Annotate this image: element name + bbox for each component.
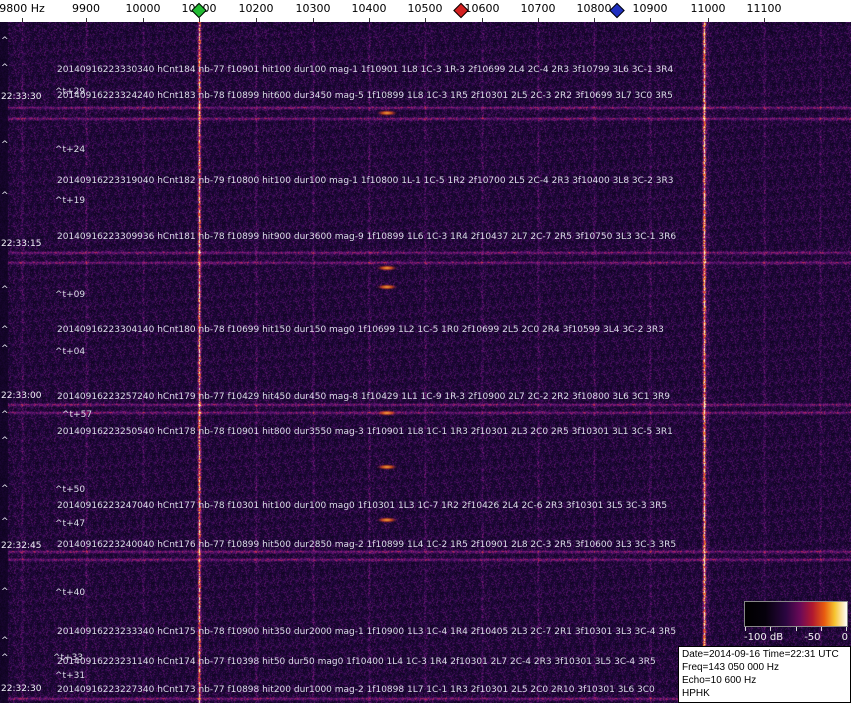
freq-tick bbox=[594, 18, 595, 22]
time-axis-label: 22:33:15 bbox=[1, 239, 42, 249]
overlay-layer: 20140916223330340 hCnt184 nb-77 f10901 h… bbox=[0, 0, 851, 703]
freq-tick bbox=[764, 18, 765, 22]
echo-record-line: 20140916223233340 hCnt175 nb-78 f10900 h… bbox=[57, 627, 677, 637]
status-info-box: Date=2014-09-16 Time=22:31 UTC Freq=143 0… bbox=[678, 646, 851, 703]
freq-tick bbox=[86, 18, 87, 22]
echo-record-line: 20140916223250540 hCnt178 nb-78 f10901 h… bbox=[57, 427, 673, 437]
freq-tick-label: 9900 bbox=[72, 2, 100, 15]
freq-tick-label: 10000 bbox=[125, 2, 161, 15]
time-caret: ^ bbox=[1, 325, 9, 335]
freq-tick-label: 10300 bbox=[295, 2, 331, 15]
freq-tick bbox=[199, 18, 200, 22]
legend-ticks bbox=[744, 627, 848, 631]
freq-tick bbox=[708, 18, 709, 22]
color-scale-bar bbox=[744, 601, 848, 627]
time-caret: ^ bbox=[1, 36, 9, 46]
echo-record-line: 20140916223257240 hCnt179 nb-77 f10429 h… bbox=[57, 392, 671, 402]
time-axis-label: 22:32:30 bbox=[1, 684, 42, 694]
time-offset-annotation: ^t+47 bbox=[55, 519, 86, 529]
time-offset-annotation: ^t+09 bbox=[55, 290, 86, 300]
echo-record-line: 20140916223319040 hCnt182 nb-79 f10800 h… bbox=[57, 176, 674, 186]
time-offset-annotation: ^t+04 bbox=[55, 347, 86, 357]
legend-label: -50 bbox=[804, 632, 821, 643]
meteor-echo-monitor-window: 9800 Hz990010000101001020010300104001050… bbox=[0, 0, 851, 703]
time-caret: ^ bbox=[1, 587, 9, 597]
legend-tick-mark bbox=[795, 627, 797, 631]
freq-tick bbox=[256, 18, 257, 22]
time-offset-annotation: ^t+24 bbox=[55, 145, 86, 155]
time-caret: ^ bbox=[1, 191, 9, 201]
time-offset-annotation: ^t+50 bbox=[55, 485, 86, 495]
info-line: HPHK bbox=[682, 688, 710, 699]
legend-label: -100 dB bbox=[744, 632, 784, 643]
freq-tick-label: 10700 bbox=[520, 2, 556, 15]
time-offset-annotation: ^t+40 bbox=[55, 588, 86, 598]
freq-tick bbox=[650, 18, 651, 22]
echo-record-line: 20140916223304140 hCnt180 nb-78 f10699 h… bbox=[57, 325, 664, 335]
echo-record-line: 20140916223309936 hCnt181 nb-78 f10899 h… bbox=[57, 232, 677, 242]
echo-record-line: 20140916223324240 hCnt183 nb-78 f10899 h… bbox=[57, 91, 673, 101]
echo-record-line: 20140916223247040 hCnt177 nb-78 f10301 h… bbox=[57, 501, 668, 511]
info-line: Freq=143 050 000 Hz bbox=[682, 662, 780, 673]
time-offset-annotation: ^t+19 bbox=[55, 196, 86, 206]
time-caret: ^ bbox=[1, 484, 9, 494]
legend-label: 0 bbox=[841, 632, 848, 643]
freq-tick-label: 10900 bbox=[632, 2, 668, 15]
time-caret: ^ bbox=[1, 285, 9, 295]
time-axis-label: 22:32:45 bbox=[1, 541, 42, 551]
time-offset-annotation: ^t+57 bbox=[62, 410, 93, 420]
echo-record-line: 20140916223240040 hCnt176 nb-77 f10899 h… bbox=[57, 540, 677, 550]
freq-tick-label: 9800 Hz bbox=[0, 2, 45, 15]
time-caret: ^ bbox=[1, 410, 9, 420]
time-offset-annotation: ^t+29 bbox=[55, 87, 86, 97]
freq-tick bbox=[538, 18, 539, 22]
freq-tick bbox=[22, 18, 23, 22]
time-caret: ^ bbox=[1, 140, 9, 150]
db-color-legend: -100 dB -50 0 bbox=[744, 601, 848, 643]
frequency-scale: 9800 Hz990010000101001020010300104001050… bbox=[0, 0, 851, 22]
time-offset-annotation: ^t+31 bbox=[55, 671, 86, 681]
info-line: Date=2014-09-16 Time=22:31 UTC bbox=[682, 649, 839, 660]
time-axis-label: 22:33:30 bbox=[1, 92, 42, 102]
time-caret: ^ bbox=[1, 653, 9, 663]
legend-labels: -100 dB -50 0 bbox=[744, 632, 848, 643]
time-caret: ^ bbox=[1, 344, 9, 354]
blue-diamond-icon[interactable] bbox=[609, 2, 625, 19]
time-axis-label: 22:33:00 bbox=[1, 391, 42, 401]
freq-tick bbox=[313, 18, 314, 22]
freq-tick-label: 11000 bbox=[690, 2, 726, 15]
freq-tick bbox=[369, 18, 370, 22]
info-line: Echo=10 600 Hz bbox=[682, 675, 757, 686]
time-caret: ^ bbox=[1, 636, 9, 646]
echo-record-line: 20140916223231140 hCnt174 nb-77 f10398 h… bbox=[57, 657, 656, 667]
legend-tick-mark bbox=[745, 627, 746, 631]
freq-tick-label: 10600 bbox=[464, 2, 500, 15]
freq-tick bbox=[482, 18, 483, 22]
legend-tick-mark bbox=[846, 627, 847, 631]
freq-tick-label: 10400 bbox=[351, 2, 387, 15]
time-caret: ^ bbox=[1, 436, 9, 446]
freq-tick-label: 10800 bbox=[576, 2, 612, 15]
time-caret: ^ bbox=[1, 63, 9, 73]
freq-tick bbox=[425, 18, 426, 22]
echo-record-line: 20140916223330340 hCnt184 nb-77 f10901 h… bbox=[57, 65, 674, 75]
echo-record-line: 20140916223227340 hCnt173 nb-77 f10898 h… bbox=[57, 685, 655, 695]
freq-tick-label: 10200 bbox=[238, 2, 274, 15]
freq-tick-label: 11100 bbox=[746, 2, 782, 15]
time-caret: ^ bbox=[1, 517, 9, 527]
legend-tick-mark bbox=[770, 627, 772, 631]
freq-tick-label: 10500 bbox=[407, 2, 443, 15]
legend-tick-mark bbox=[820, 627, 822, 631]
freq-tick bbox=[143, 18, 144, 22]
time-offset-annotation: ^t+33 bbox=[53, 653, 84, 663]
